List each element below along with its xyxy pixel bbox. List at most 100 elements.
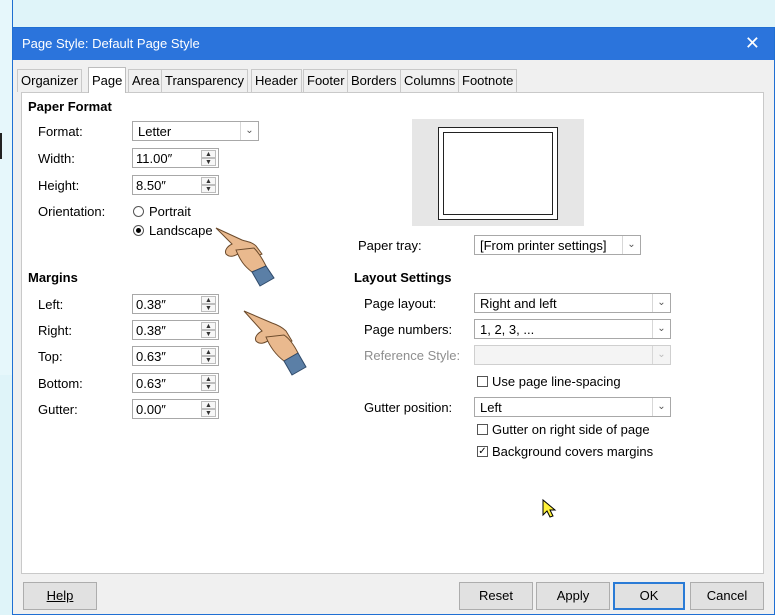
paper-tray-label: Paper tray: [358,238,422,253]
spin-up-icon[interactable]: ▲ [201,296,216,304]
bottom-margin-label: Bottom: [38,376,83,391]
gutter-spinbox[interactable]: 0.00″ ▲ ▼ [132,399,219,419]
landscape-label[interactable]: Landscape [149,223,213,238]
width-label: Width: [38,151,75,166]
width-spinbox[interactable]: 11.00″ ▲ ▼ [132,148,219,168]
bottom-margin-spinbox[interactable]: 0.63″ ▲ ▼ [132,373,219,393]
spin-up-icon[interactable]: ▲ [201,401,216,409]
tab-area[interactable]: Area [128,69,164,92]
bottom-margin-value: 0.63″ [136,376,166,391]
format-label: Format: [38,124,83,139]
page-numbers-select[interactable]: 1, 2, 3, ... ⌄ [474,319,671,339]
spin-down-icon[interactable]: ▼ [201,383,216,391]
spin-down-icon[interactable]: ▼ [201,409,216,417]
tab-organizer[interactable]: Organizer [17,69,83,92]
tab-borders[interactable]: Borders [347,69,401,92]
gutter-position-value: Left [480,400,502,415]
gutter-position-select[interactable]: Left ⌄ [474,397,671,417]
portrait-radio[interactable] [133,206,144,217]
portrait-label[interactable]: Portrait [149,204,191,219]
layout-settings-heading: Layout Settings [354,270,452,285]
spin-up-icon[interactable]: ▲ [201,322,216,330]
format-select[interactable]: Letter ⌄ [132,121,259,141]
gutter-right-side-label[interactable]: Gutter on right side of page [492,422,650,437]
left-margin-label: Left: [38,297,64,312]
spin-up-icon[interactable]: ▲ [201,348,216,356]
use-line-spacing-checkbox[interactable] [477,376,488,387]
orientation-label: Orientation: [38,204,106,219]
background-text-cursor [0,133,2,159]
spin-down-icon[interactable]: ▼ [201,356,216,364]
top-margin-value: 0.63″ [136,349,166,364]
chevron-down-icon[interactable]: ⌄ [652,294,670,312]
spin-down-icon[interactable]: ▼ [201,304,216,312]
ok-button-label: OK [639,588,659,603]
spin-up-icon[interactable]: ▲ [201,177,216,185]
right-margin-spinbox[interactable]: 0.38″ ▲ ▼ [132,320,219,340]
reset-button[interactable]: Reset [459,582,533,610]
tab-transparency[interactable]: Transparency [161,69,248,92]
page-numbers-value: 1, 2, 3, ... [480,322,535,337]
page-layout-select[interactable]: Right and left ⌄ [474,293,671,313]
top-margin-spinbox[interactable]: 0.63″ ▲ ▼ [132,346,219,366]
pointing-hand-icon [243,310,307,376]
tab-header[interactable]: Header [251,69,302,92]
gutter-value: 0.00″ [136,402,166,417]
help-button[interactable]: Help [23,582,97,610]
right-margin-value: 0.38″ [136,323,166,338]
apply-button-label: Apply [556,588,590,603]
paper-tray-select[interactable]: [From printer settings] ⌄ [474,235,641,255]
apply-button[interactable]: Apply [536,582,610,610]
page-layout-label: Page layout: [364,296,437,311]
spin-down-icon[interactable]: ▼ [201,158,216,166]
tab-columns[interactable]: Columns [400,69,460,92]
tab-footer[interactable]: Footer [303,69,349,92]
pointing-hand-icon [215,227,275,287]
height-spinbox[interactable]: 8.50″ ▲ ▼ [132,175,219,195]
chevron-down-icon[interactable]: ⌄ [652,320,670,338]
chevron-down-icon[interactable]: ⌄ [652,398,670,416]
gutter-position-label: Gutter position: [364,400,453,415]
background-covers-margins-label[interactable]: Background covers margins [492,444,653,459]
page-numbers-label: Page numbers: [364,322,453,337]
cancel-button-label: Cancel [706,588,748,603]
chevron-down-icon[interactable]: ⌄ [622,236,640,254]
page-layout-value: Right and left [480,296,557,311]
landscape-radio[interactable] [133,225,144,236]
chevron-down-icon: ⌄ [652,346,670,364]
reference-style-label: Reference Style: [364,348,461,363]
tab-footnote[interactable]: Footnote [458,69,518,92]
reference-style-select[interactable]: ⌄ [474,345,671,365]
paper-tray-value: [From printer settings] [480,238,607,253]
gutter-right-side-checkbox[interactable] [477,424,488,435]
use-line-spacing-label[interactable]: Use page line-spacing [492,374,621,389]
width-value: 11.00″ [136,151,173,166]
right-margin-label: Right: [38,323,72,338]
page-style-dialog: Page Style: Default Page Style ✕ Organiz… [12,27,775,615]
left-margin-spinbox[interactable]: 0.38″ ▲ ▼ [132,294,219,314]
tab-page[interactable]: Page [88,67,127,93]
cancel-button[interactable]: Cancel [690,582,764,610]
left-margin-value: 0.38″ [136,297,166,312]
help-button-label: Help [46,588,74,603]
top-margin-label: Top: [38,349,63,364]
title-bar: Page Style: Default Page Style ✕ [13,28,774,60]
ok-button[interactable]: OK [613,582,685,610]
reset-button-label: Reset [479,588,513,603]
spin-down-icon[interactable]: ▼ [201,330,216,338]
height-value: 8.50″ [136,178,166,193]
arrow-cursor-icon [542,498,557,518]
margins-heading: Margins [28,270,78,285]
spin-up-icon[interactable]: ▲ [201,150,216,158]
page-preview [412,119,584,226]
format-value: Letter [138,124,172,139]
preview-page [438,127,558,220]
chevron-down-icon[interactable]: ⌄ [240,122,258,140]
spin-down-icon[interactable]: ▼ [201,185,216,193]
background-covers-margins-checkbox[interactable]: ✓ [477,446,488,457]
spin-up-icon[interactable]: ▲ [201,375,216,383]
preview-margin-box [443,132,553,215]
gutter-label: Gutter: [38,402,78,417]
dialog-title: Page Style: Default Page Style [22,36,200,51]
close-icon[interactable]: ✕ [745,33,760,53]
